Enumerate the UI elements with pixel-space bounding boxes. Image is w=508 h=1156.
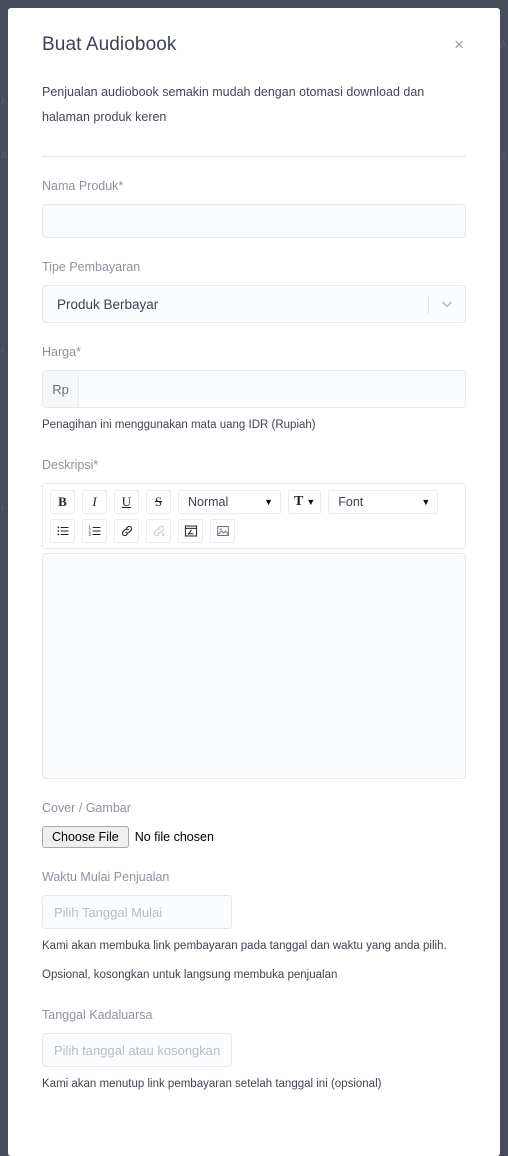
field-cover-image: Cover / Gambar Choose File No file chose… <box>42 801 466 849</box>
payment-type-value: Produk Berbayar <box>57 296 159 312</box>
field-start-date: Waktu Mulai Penjualan Kami akan membuka … <box>42 870 466 986</box>
backdrop-bleed-text: t <box>1 504 5 516</box>
price-label: Harga* <box>42 345 81 359</box>
strikethrough-button[interactable]: S <box>146 490 171 515</box>
payment-type-select[interactable]: Produk Berbayar <box>42 285 466 323</box>
unlink-icon[interactable] <box>146 519 171 544</box>
chevron-down-icon[interactable] <box>429 296 465 312</box>
field-payment-type: Tipe Pembayaran Produk Berbayar <box>42 260 466 323</box>
field-product-name: Nama Produk* <box>42 179 466 238</box>
chevron-down-icon: ▼ <box>421 497 431 508</box>
close-icon[interactable]: × <box>452 34 466 55</box>
product-name-label: Nama Produk* <box>42 179 124 193</box>
backdrop-bleed-text: a <box>1 149 8 161</box>
numbered-list-icon[interactable]: 1 2 3 <box>82 519 107 544</box>
svg-text:3: 3 <box>88 533 91 538</box>
video-embed-icon[interactable] <box>178 519 203 544</box>
backdrop-bleed-text: k <box>1 95 7 107</box>
block-format-value: Normal <box>188 495 229 510</box>
price-input-group: Rp <box>42 370 466 408</box>
modal-header: Buat Audiobook × <box>42 34 466 56</box>
expiry-date-help-text: Kami akan menutup link pembayaran setela… <box>42 1078 382 1091</box>
backdrop-bleed-text: A <box>499 39 507 51</box>
backdrop-bleed-text: g <box>500 149 507 161</box>
image-icon[interactable] <box>210 519 235 544</box>
price-help-text: Penagihan ini menggunakan mata uang IDR … <box>42 419 316 431</box>
link-icon[interactable] <box>114 519 139 544</box>
description-label: Deskripsi* <box>42 458 99 473</box>
create-audiobook-modal: Buat Audiobook × Penjualan audiobook sem… <box>8 8 500 1156</box>
cover-image-label: Cover / Gambar <box>42 801 131 816</box>
start-date-input[interactable] <box>42 895 232 930</box>
file-input-row: Choose File No file chosen <box>42 826 466 849</box>
text-size-picker[interactable]: T ▼ <box>288 490 322 515</box>
page-title: Buat Audiobook <box>42 34 177 55</box>
chevron-down-icon: ▼ <box>264 497 273 508</box>
field-expiry-date: Tanggal Kadaluarsa Kami akan menutup lin… <box>42 1008 466 1095</box>
description-editor-area[interactable] <box>42 553 466 780</box>
toolbar-row-1: B I U S Normal ▼ T ▼ Font ▼ <box>50 490 458 515</box>
currency-prefix: Rp <box>43 371 79 407</box>
underline-button[interactable]: U <box>114 490 139 515</box>
expiry-date-label: Tanggal Kadaluarsa <box>42 1008 153 1023</box>
product-name-input[interactable] <box>42 204 466 238</box>
start-date-help-line-1: Kami akan membuka link pembayaran pada t… <box>42 940 447 953</box>
backdrop-bleed-text: r <box>1 344 5 356</box>
header-divider <box>42 156 466 157</box>
toolbar-row-2: 1 2 3 <box>50 519 458 544</box>
font-family-select[interactable]: Font ▼ <box>328 490 439 515</box>
font-family-value: Font <box>338 495 364 510</box>
payment-type-label: Tipe Pembayaran <box>42 260 141 274</box>
field-price: Harga* Rp Penagihan ini menggunakan mata… <box>42 345 466 436</box>
bullet-list-icon[interactable] <box>50 519 75 544</box>
text-size-icon: T <box>294 494 304 510</box>
field-description: Deskripsi* B I U S Normal ▼ T ▼ Font ▼ 1… <box>42 458 466 780</box>
block-format-select[interactable]: Normal ▼ <box>178 490 281 515</box>
price-input[interactable] <box>79 371 465 407</box>
modal-description: Penjualan audiobook semakin mudah dengan… <box>42 85 425 124</box>
choose-file-button[interactable]: Choose File <box>42 826 129 849</box>
file-name-text: No file chosen <box>134 830 214 845</box>
italic-button[interactable]: I <box>82 490 107 515</box>
expiry-date-input[interactable] <box>42 1033 232 1068</box>
rich-text-toolbar: B I U S Normal ▼ T ▼ Font ▼ 1 2 3 <box>42 483 466 550</box>
chevron-down-icon: ▼ <box>306 497 316 508</box>
start-date-help-line-2: Opsional, kosongkan untuk langsung membu… <box>42 968 338 981</box>
bold-button[interactable]: B <box>50 490 75 515</box>
start-date-label: Waktu Mulai Penjualan <box>42 870 170 885</box>
